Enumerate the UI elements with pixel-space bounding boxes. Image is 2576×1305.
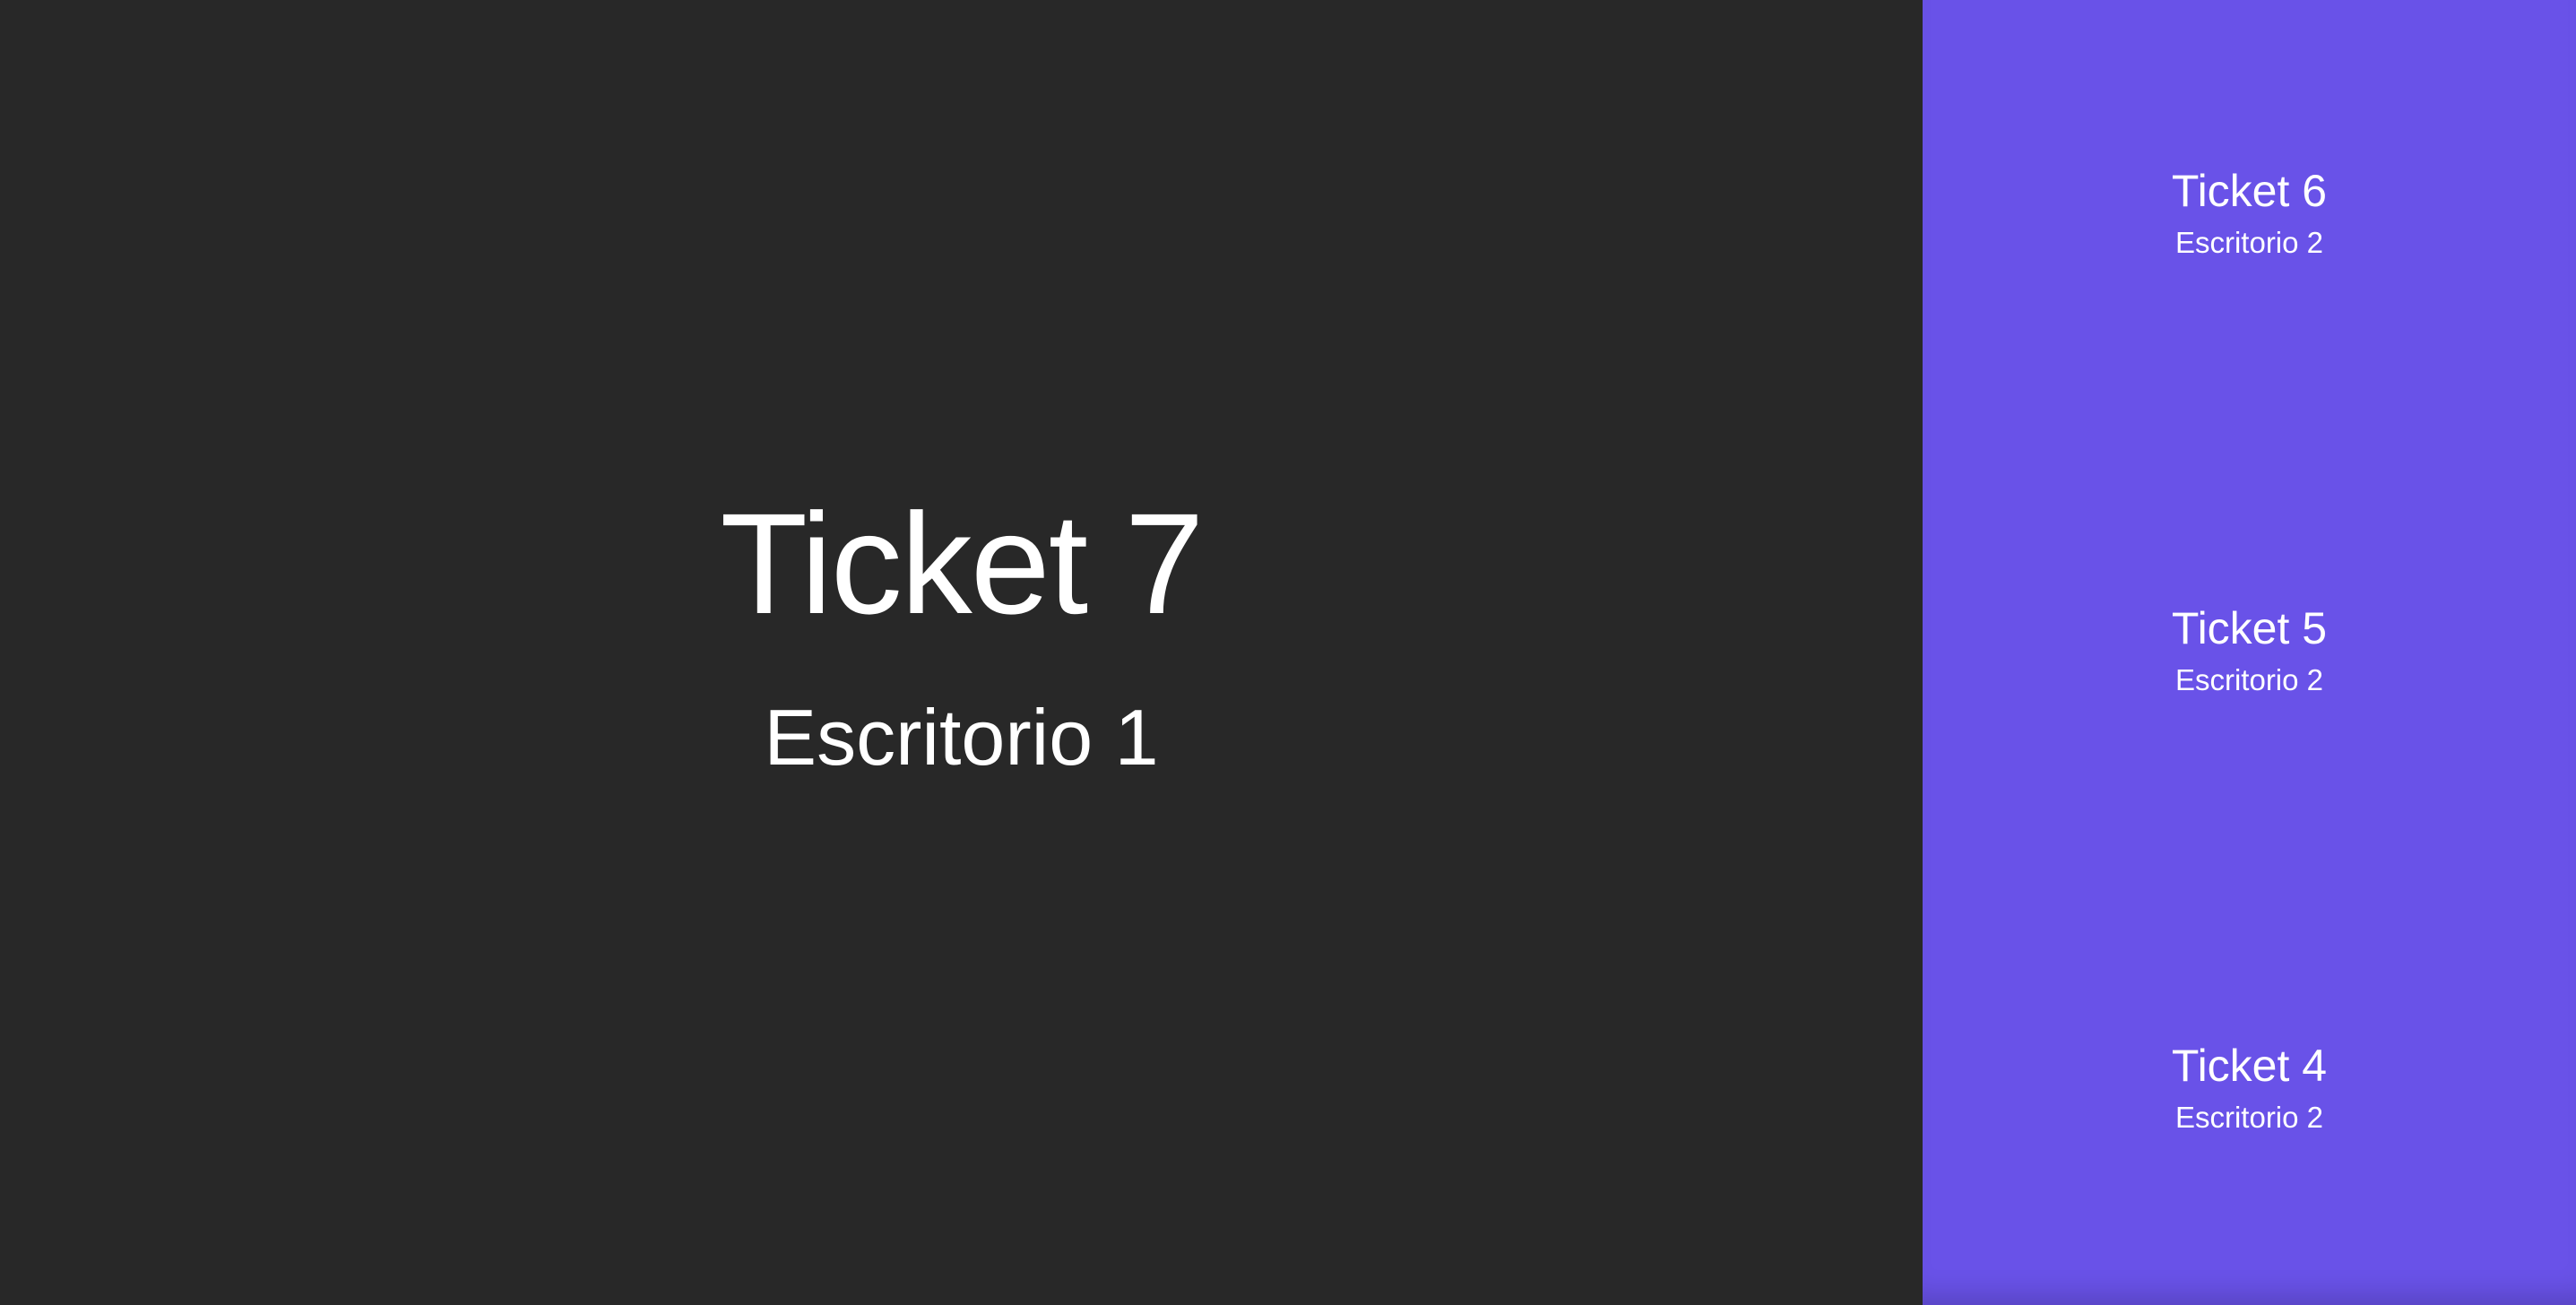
recent-ticket-number: Ticket 5 xyxy=(2171,603,2328,653)
ticket-display-screen: Ticket 7 Escritorio 1 Ticket 6 Escritori… xyxy=(0,0,2576,1305)
recent-ticket-item: Ticket 6 Escritorio 2 xyxy=(1923,169,2576,257)
recent-ticket-desk: Escritorio 2 xyxy=(2174,226,2324,259)
recent-ticket-number: Ticket 6 xyxy=(2171,166,2328,216)
current-ticket-desk: Escritorio 1 xyxy=(764,693,1159,782)
recent-ticket-desk: Escritorio 2 xyxy=(2174,1101,2324,1134)
recent-ticket-item: Ticket 5 Escritorio 2 xyxy=(1923,606,2576,695)
current-ticket-panel: Ticket 7 Escritorio 1 xyxy=(0,0,1923,1305)
recent-ticket-number: Ticket 4 xyxy=(2171,1041,2328,1091)
current-ticket-number: Ticket 7 xyxy=(720,483,1204,644)
recent-ticket-item: Ticket 4 Escritorio 2 xyxy=(1923,1043,2576,1132)
recent-tickets-panel: Ticket 6 Escritorio 2 Ticket 5 Escritori… xyxy=(1923,0,2576,1305)
recent-ticket-desk: Escritorio 2 xyxy=(2174,663,2324,696)
